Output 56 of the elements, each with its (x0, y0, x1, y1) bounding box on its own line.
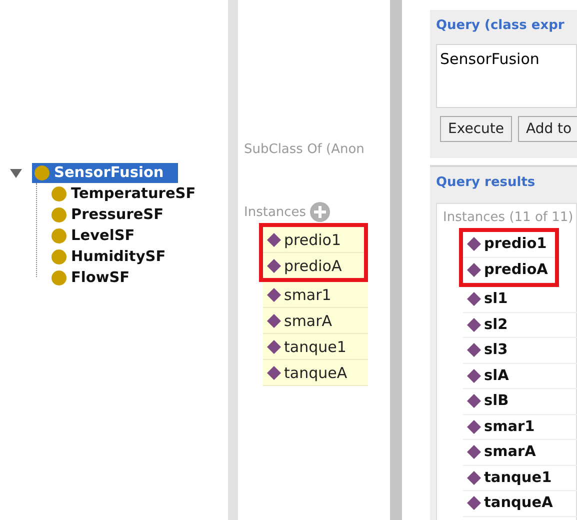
individual-icon (467, 262, 481, 277)
query-field[interactable]: SensorFusion (436, 44, 577, 108)
individual-icon (467, 420, 481, 434)
individual-icon (467, 394, 481, 408)
individual-icon (467, 496, 481, 510)
action-button[interactable]: Execute (440, 116, 512, 142)
tree-item[interactable]: PressureSF (49, 204, 168, 224)
individual-item[interactable]: tanqueA (463, 491, 577, 516)
individual-icon (467, 368, 481, 383)
class-icon (51, 186, 67, 202)
individual-item[interactable]: sl1 (463, 287, 577, 312)
individual-item[interactable]: predioA (463, 258, 555, 283)
class-icon (51, 248, 67, 264)
individual-item[interactable]: smar1 (263, 282, 368, 308)
individual-icon (467, 292, 481, 306)
individual-icon (267, 258, 281, 272)
results-heading: Instances (11 of 11) (443, 210, 574, 225)
class-icon (51, 228, 67, 244)
individual-icon (467, 318, 481, 332)
individual-item[interactable]: predioA (263, 253, 364, 278)
action-button[interactable]: Add to (518, 116, 577, 142)
individual-icon (267, 288, 281, 302)
individual-icon (467, 343, 481, 358)
individual-icon (267, 314, 281, 328)
individual-item[interactable]: smar1 (463, 414, 577, 440)
individual-icon (467, 470, 481, 485)
individual-icon (267, 340, 281, 354)
class-icon (34, 164, 50, 180)
individual-item[interactable]: smarA (263, 308, 368, 334)
section-heading: SubClass Of (Anon (244, 144, 366, 156)
class-icon (51, 206, 67, 222)
tree-item[interactable]: SensorFusion (32, 162, 178, 182)
individual-icon (467, 445, 481, 460)
individual-item[interactable]: tanque1 (463, 466, 577, 491)
individual-icon (267, 366, 281, 380)
panel-title: Query (class expr (436, 18, 566, 35)
section-heading: Instances (244, 204, 306, 220)
individual-icon (467, 237, 481, 252)
individual-item[interactable]: slA (463, 364, 577, 389)
individual-item[interactable]: tanque1 (263, 334, 368, 360)
tree-item[interactable]: TemperatureSF (49, 184, 200, 204)
individual-item[interactable]: predio1 (463, 232, 555, 258)
individual-item[interactable]: predio1 (263, 227, 364, 253)
tree-item[interactable]: HumiditySF (49, 246, 170, 266)
individual-item[interactable]: tanqueA (263, 360, 368, 386)
class-icon (51, 270, 67, 286)
individual-item[interactable]: slB (463, 389, 577, 414)
panel-title: Query results (436, 175, 536, 192)
add-icon[interactable] (310, 202, 330, 222)
individual-icon (267, 232, 281, 246)
collapse-triangle-icon[interactable] (10, 168, 22, 178)
tree-item[interactable]: LevelSF (49, 226, 139, 246)
tree-item[interactable]: FlowSF (49, 268, 134, 288)
individual-item[interactable]: sl3 (463, 338, 577, 364)
individual-item[interactable]: smarA (463, 440, 577, 466)
individual-item[interactable]: sl2 (463, 312, 577, 338)
